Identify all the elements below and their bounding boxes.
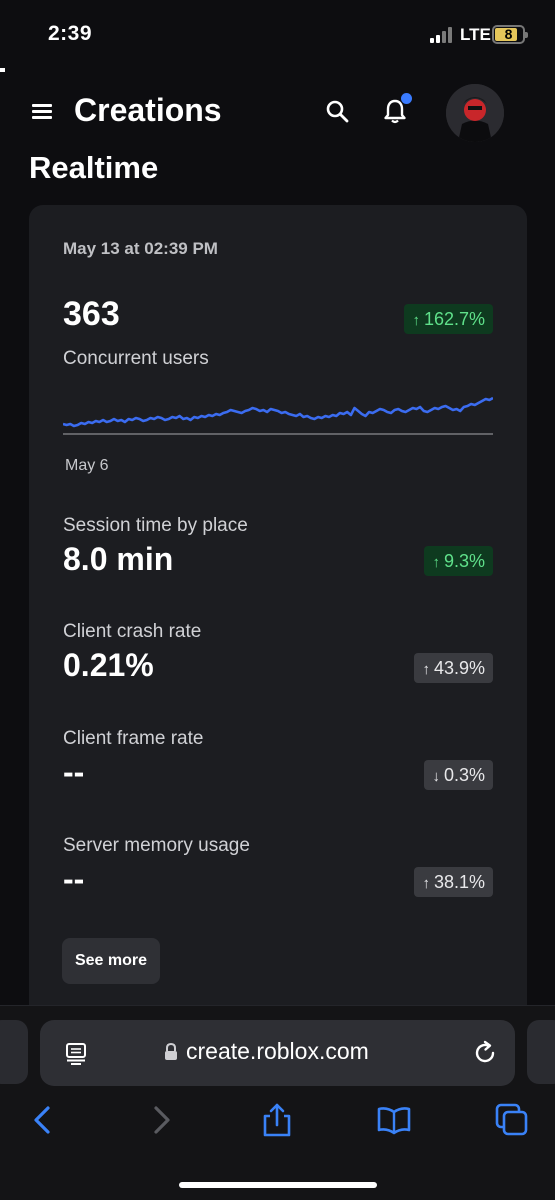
tabs-icon[interactable] — [494, 1102, 530, 1138]
session-time-label: Session time by place — [63, 515, 248, 536]
bookmarks-icon[interactable] — [376, 1102, 412, 1138]
arrow-up-icon: ↑ — [412, 312, 420, 329]
server-memory-change-badge: ↑ 38.1% — [414, 867, 493, 897]
battery-level: 8 — [504, 26, 513, 42]
reload-icon[interactable] — [472, 1040, 498, 1066]
realtime-card: May 13 at 02:39 PM 363 ↑ 162.7% Concurren… — [29, 205, 527, 1025]
frame-rate-change-badge: ↓ 0.3% — [424, 760, 493, 790]
back-icon[interactable] — [24, 1102, 60, 1138]
notifications-button[interactable] — [380, 93, 412, 126]
crash-rate-value: 0.21% — [63, 647, 154, 683]
concurrent-users-value: 363 — [63, 295, 120, 333]
browser-toolbar: create.roblox.com — [0, 1005, 555, 1200]
share-icon[interactable] — [259, 1102, 295, 1138]
badge-value: 162.7% — [423, 309, 485, 329]
see-more-button[interactable]: See more — [62, 938, 160, 984]
battery-icon: 8 — [492, 25, 528, 44]
session-time-value: 8.0 min — [63, 541, 174, 577]
server-memory-label: Server memory usage — [63, 835, 250, 856]
concurrent-users-label: Concurrent users — [63, 348, 209, 369]
frame-rate-value: -- — [63, 754, 85, 790]
menu-icon[interactable] — [32, 104, 54, 120]
concurrent-users-change-badge: ↑ 162.7% — [404, 304, 493, 334]
notification-dot — [401, 93, 412, 104]
address-bar[interactable]: create.roblox.com — [40, 1020, 515, 1086]
previous-tab-preview[interactable] — [0, 1020, 28, 1084]
status-bar: 2:39 LTE 8 — [0, 0, 555, 70]
page-title: Creations — [74, 92, 222, 128]
badge-value: 43.9% — [433, 658, 485, 678]
frame-rate-label: Client frame rate — [63, 728, 204, 749]
network-type: LTE — [460, 25, 491, 44]
forward-icon[interactable] — [144, 1102, 180, 1138]
badge-value: 0.3% — [443, 765, 485, 785]
lock-icon — [165, 1043, 177, 1060]
avatar[interactable] — [446, 84, 504, 142]
cellular-signal-icon — [430, 27, 456, 43]
next-tab-preview[interactable] — [527, 1020, 555, 1084]
app-header: Creations — [0, 80, 555, 144]
crash-rate-label: Client crash rate — [63, 621, 202, 642]
concurrent-users-chart — [63, 396, 493, 435]
page-menu-icon[interactable] — [64, 1041, 88, 1065]
search-icon[interactable] — [324, 98, 352, 126]
url-text: create.roblox.com — [186, 1038, 369, 1064]
edge-marker — [0, 68, 5, 72]
crash-rate-change-badge: ↑ 43.9% — [414, 653, 493, 683]
status-time: 2:39 — [48, 22, 93, 45]
timestamp: May 13 at 02:39 PM — [63, 239, 218, 258]
badge-value: 9.3% — [443, 551, 485, 571]
section-title: Realtime — [29, 150, 159, 185]
badge-value: 38.1% — [433, 872, 485, 892]
chart-x-label: May 6 — [65, 457, 109, 474]
concurrent-users-line — [63, 396, 493, 428]
arrow-up-icon: ↑ — [432, 554, 440, 571]
arrow-up-icon: ↑ — [422, 661, 430, 678]
session-time-change-badge: ↑ 9.3% — [424, 546, 493, 576]
server-memory-value: -- — [63, 861, 85, 897]
arrow-down-icon: ↓ — [432, 768, 440, 785]
home-indicator — [179, 1182, 377, 1188]
arrow-up-icon: ↑ — [422, 875, 430, 892]
